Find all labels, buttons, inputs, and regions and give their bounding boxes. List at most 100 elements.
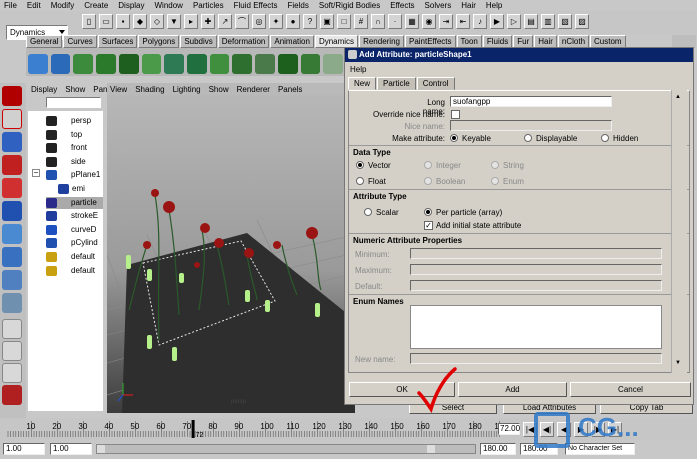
- vector-radio[interactable]: [356, 161, 364, 169]
- pick-deformations-icon[interactable]: ◎: [252, 14, 266, 29]
- menu-display[interactable]: Display: [118, 1, 144, 10]
- drag-field-icon[interactable]: [164, 53, 185, 74]
- viewport-menu-lighting[interactable]: Lighting: [173, 85, 201, 94]
- pick-dynamics-icon[interactable]: ✦: [269, 14, 283, 29]
- displayable-radio[interactable]: [524, 134, 532, 142]
- range-start-handle[interactable]: [97, 445, 105, 453]
- perspective-viewport[interactable]: View Shading Lighting Show Renderer Panels: [107, 83, 355, 413]
- move-tool-icon[interactable]: [2, 155, 22, 175]
- enum-names-list[interactable]: [410, 305, 662, 349]
- lock-selection-icon[interactable]: ▣: [320, 14, 334, 29]
- scalar-radio[interactable]: [364, 208, 372, 216]
- paint-select-icon[interactable]: [2, 132, 22, 152]
- shelf-tab-general[interactable]: General: [26, 35, 63, 48]
- menu-window[interactable]: Window: [155, 1, 183, 10]
- menu-fluid-effects[interactable]: Fluid Effects: [234, 1, 278, 10]
- playback-end-field[interactable]: 180.00: [480, 443, 516, 455]
- string-radio[interactable]: [491, 161, 499, 169]
- fluid-emitter-icon[interactable]: [96, 53, 116, 74]
- current-frame-field[interactable]: 72.00: [498, 423, 520, 435]
- manipulator-tool-icon[interactable]: [2, 224, 22, 244]
- vortex-field-icon[interactable]: [300, 53, 321, 74]
- soft-mod-icon[interactable]: [2, 247, 22, 267]
- last-tool-icon[interactable]: [2, 270, 22, 290]
- long-name-input[interactable]: suofangpp: [450, 96, 612, 107]
- shelf-tab-deformation[interactable]: Deformation: [217, 35, 270, 48]
- turbulence-field-icon[interactable]: [255, 53, 275, 74]
- air-field-icon[interactable]: [141, 53, 162, 74]
- outliner-item[interactable]: curveD: [46, 224, 103, 236]
- snap-curve-icon[interactable]: ∩: [371, 14, 385, 29]
- menu-create[interactable]: Create: [84, 1, 108, 10]
- layout-single-icon[interactable]: [2, 293, 22, 313]
- menu-hair[interactable]: Hair: [461, 1, 476, 10]
- dialog-scrollbar[interactable]: ▲ ▼: [671, 90, 687, 373]
- menu-fields[interactable]: Fields: [288, 1, 309, 10]
- history-icon[interactable]: ♪: [473, 14, 487, 29]
- initial-state-checkbox[interactable]: ✓: [424, 221, 433, 230]
- boolean-radio[interactable]: [424, 177, 432, 185]
- render-globals-icon[interactable]: ▤: [524, 14, 538, 29]
- pick-misc-icon[interactable]: ?: [303, 14, 317, 29]
- menu-effects[interactable]: Effects: [390, 1, 414, 10]
- render-frame-icon[interactable]: ▶: [490, 14, 504, 29]
- snap-point-icon[interactable]: ·: [388, 14, 402, 29]
- layout-persp-graph-icon[interactable]: [2, 363, 22, 383]
- channel-box-icon[interactable]: ▨: [575, 14, 589, 29]
- playback-start-field[interactable]: 1.00: [50, 443, 92, 455]
- select-component-icon[interactable]: ▼: [167, 14, 181, 29]
- attribute-editor-icon[interactable]: ▥: [541, 14, 555, 29]
- viewport-menu-view[interactable]: View: [110, 85, 127, 94]
- collapse-icon[interactable]: −: [32, 169, 40, 178]
- override-nice-name-checkbox[interactable]: [451, 110, 460, 119]
- shelf-tab-subdivs[interactable]: Subdivs: [180, 35, 217, 48]
- hidden-radio[interactable]: [601, 134, 609, 142]
- highlight-selection-icon[interactable]: □: [337, 14, 351, 29]
- outliner-item[interactable]: strokeE: [46, 210, 103, 222]
- outliner-menu-show[interactable]: Show: [65, 85, 85, 94]
- tab-particle[interactable]: Particle: [377, 77, 416, 90]
- new-name-input[interactable]: [410, 353, 662, 364]
- rotate-tool-icon[interactable]: [2, 178, 22, 198]
- select-tool-icon[interactable]: [2, 86, 22, 106]
- menu-file[interactable]: File: [4, 1, 17, 10]
- maximum-input[interactable]: [410, 264, 662, 275]
- menu-help[interactable]: Help: [486, 1, 502, 10]
- viewport-menu-renderer[interactable]: Renderer: [237, 85, 270, 94]
- pick-rendering-icon[interactable]: ●: [286, 14, 300, 29]
- tool-settings-icon[interactable]: ▧: [558, 14, 572, 29]
- snap-grid-icon[interactable]: #: [354, 14, 368, 29]
- pick-joints-icon[interactable]: ↗: [218, 14, 232, 29]
- scale-tool-icon[interactable]: [2, 201, 22, 221]
- radial-field-icon[interactable]: [232, 53, 253, 74]
- layout-persp-outliner-icon[interactable]: [2, 341, 22, 361]
- save-scene-icon[interactable]: ▪: [116, 14, 130, 29]
- menu-solvers[interactable]: Solvers: [425, 1, 452, 10]
- menu-edit[interactable]: Edit: [27, 1, 41, 10]
- live-surface-icon[interactable]: ◉: [422, 14, 436, 29]
- select-hierarchy-icon[interactable]: ◆: [133, 14, 147, 29]
- outliner-item[interactable]: persp: [46, 115, 103, 127]
- dialog-help-menu[interactable]: Help: [350, 65, 366, 74]
- outliner-item[interactable]: side: [46, 156, 103, 168]
- tab-control[interactable]: Control: [416, 77, 455, 90]
- current-time-marker[interactable]: [191, 420, 195, 438]
- volume-axis-icon[interactable]: [323, 53, 344, 74]
- outliner-item[interactable]: top: [46, 129, 103, 141]
- per-particle-radio[interactable]: [424, 208, 432, 216]
- ipr-render-icon[interactable]: ▷: [507, 14, 521, 29]
- outliner-item[interactable]: default: [46, 251, 103, 263]
- new-scene-icon[interactable]: ▯: [82, 14, 96, 29]
- emitter-icon[interactable]: [28, 53, 48, 74]
- keyable-radio[interactable]: [450, 134, 458, 142]
- outliner-item[interactable]: pPlane1 −: [32, 169, 103, 181]
- gravity-field-icon[interactable]: [187, 53, 207, 74]
- outliner-menu-display[interactable]: Display: [31, 85, 57, 94]
- outliner-item[interactable]: pCylind: [46, 237, 103, 249]
- pick-handles-icon[interactable]: ✚: [201, 14, 215, 29]
- viewport-menu-show[interactable]: Show: [209, 85, 229, 94]
- minimum-input[interactable]: [410, 248, 662, 259]
- fluid-container-icon[interactable]: [73, 53, 94, 74]
- menu-modify[interactable]: Modify: [51, 1, 75, 10]
- range-end-handle[interactable]: [427, 445, 435, 453]
